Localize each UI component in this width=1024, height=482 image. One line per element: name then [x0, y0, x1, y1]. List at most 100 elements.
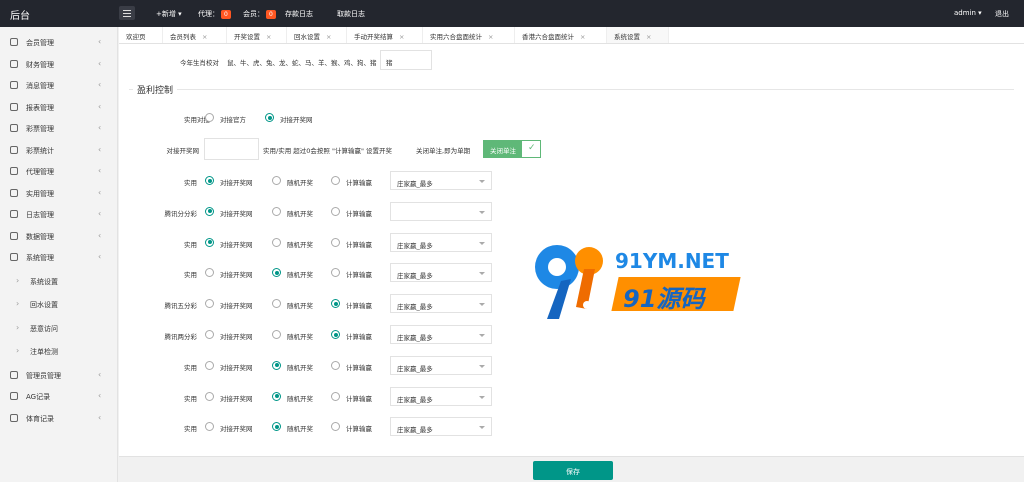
save-button[interactable]: 保存 — [533, 461, 613, 480]
sidebar-item-label: 数据管理 — [26, 232, 54, 241]
top-bar: 后台 +新增 ▾ 代理： 0 会员： 0 存款日志 取款日志 admin ▾ 退出 — [0, 0, 1024, 27]
result-select[interactable]: 庄家赢_最多 — [390, 325, 492, 344]
member-counter[interactable]: 会员： 0 — [243, 9, 276, 19]
radio-option[interactable] — [331, 206, 340, 216]
radio-option[interactable] — [205, 176, 214, 185]
connect-drawsite-label: 对接开奖网 — [280, 116, 313, 124]
row-label: 腾讯两分彩 — [164, 333, 198, 341]
radio-option[interactable] — [331, 237, 340, 247]
sidebar-item[interactable]: › 回水设置 — [0, 294, 118, 315]
close-icon[interactable]: × — [580, 33, 585, 41]
radio-option[interactable] — [331, 176, 340, 185]
sidebar-item[interactable]: ‹ AG记录 — [0, 386, 118, 407]
radio-option[interactable] — [272, 206, 281, 216]
agent-counter[interactable]: 代理： 0 — [198, 9, 231, 19]
close-icon[interactable]: × — [488, 33, 493, 41]
tab-item[interactable]: 欢迎页 — [119, 27, 163, 43]
radio-option[interactable] — [331, 360, 340, 370]
tab-item[interactable]: 会员列表 × — [163, 27, 227, 43]
tab-item[interactable]: 系统设置 × — [607, 27, 669, 43]
sidebar-item[interactable]: ‹ 代理管理 — [0, 161, 118, 182]
add-new-menu[interactable]: +新增 ▾ — [156, 9, 182, 19]
chevron-left-icon: ‹ — [98, 80, 102, 89]
radio-option[interactable] — [331, 268, 340, 278]
sidebar-item[interactable]: ‹ 管理员管理 — [0, 365, 118, 386]
radio-option[interactable] — [272, 330, 281, 339]
user-menu[interactable]: admin ▾ — [954, 9, 982, 17]
close-icon[interactable]: × — [326, 33, 331, 41]
sidebar-item[interactable]: ‹ 数据管理 — [0, 226, 118, 247]
deposit-log-link[interactable]: 存款日志 — [285, 9, 313, 19]
sidebar-item[interactable]: ‹ 系统管理 — [0, 247, 118, 268]
radio-option[interactable] — [331, 422, 340, 432]
sidebar-item[interactable]: › 恶意访问 — [0, 318, 118, 339]
sidebar-item[interactable]: ‹ 会员管理 — [0, 32, 118, 53]
tab-item[interactable]: 开奖设置 × — [227, 27, 287, 43]
radio-option[interactable] — [272, 268, 281, 278]
withdraw-log-link[interactable]: 取款日志 — [337, 9, 365, 19]
close-single-toggle[interactable]: 关闭单注 ✓ — [483, 140, 541, 158]
sidebar-item[interactable]: ‹ 实用管理 — [0, 183, 118, 204]
drawsite-input[interactable] — [204, 138, 259, 160]
radio-option-label: 随机开奖 — [287, 302, 313, 311]
ag-icon — [10, 392, 18, 400]
close-icon[interactable]: × — [266, 33, 271, 41]
sidebar-item[interactable]: ‹ 体育记录 — [0, 408, 118, 429]
result-select[interactable]: 庄家赢_最多 — [390, 417, 492, 437]
menu-toggle-button[interactable] — [119, 6, 135, 20]
result-select[interactable]: 庄家赢_最多 — [390, 171, 492, 190]
connect-label: 实用对接 — [184, 116, 210, 124]
radio-option[interactable] — [205, 268, 214, 278]
logout-link[interactable]: 退出 — [995, 9, 1009, 19]
radio-connect-drawsite[interactable] — [265, 113, 274, 122]
sidebar-item[interactable]: ‹ 报表管理 — [0, 97, 118, 118]
radio-option[interactable] — [205, 206, 214, 216]
chevron-left-icon: ‹ — [98, 369, 102, 379]
radio-option[interactable] — [205, 237, 214, 247]
close-icon[interactable]: × — [202, 33, 207, 41]
sidebar-item[interactable]: ‹ 彩票统计 — [0, 140, 118, 161]
radio-option[interactable] — [331, 391, 340, 401]
radio-option[interactable] — [205, 330, 214, 339]
sidebar-item[interactable]: › 系统设置 — [0, 271, 118, 292]
close-icon[interactable]: × — [646, 33, 651, 41]
radio-option-label: 随机开奖 — [287, 271, 313, 280]
radio-option[interactable] — [331, 299, 340, 309]
radio-option[interactable] — [272, 391, 281, 401]
radio-option[interactable] — [205, 360, 214, 370]
radio-option[interactable] — [205, 299, 214, 309]
close-icon[interactable]: × — [399, 33, 404, 41]
sidebar-item[interactable]: ‹ 财务管理 — [0, 54, 118, 75]
sidebar-item[interactable]: ‹ 彩票管理 — [0, 118, 118, 139]
sidebar-item-label: 实用管理 — [26, 189, 54, 198]
result-select[interactable]: 庄家赢_最多 — [390, 386, 492, 406]
tab-label: 手动开奖结算 — [354, 33, 393, 41]
radio-option[interactable] — [331, 330, 340, 339]
zodiac-list: 鼠、牛、虎、兔、龙、蛇、马、羊、猴、鸡、狗、猪 — [227, 59, 377, 67]
result-select[interactable]: 庄家赢_最多 — [390, 355, 492, 375]
sidebar-item[interactable]: › 注单检测 — [0, 341, 118, 362]
chevron-left-icon: ‹ — [98, 252, 102, 261]
sidebar-item-label: 彩票管理 — [26, 125, 54, 133]
tab-item[interactable]: 香港六合盘面统计 × — [515, 27, 607, 43]
radio-option[interactable] — [272, 237, 281, 247]
result-select[interactable]: 庄家赢_最多 — [390, 232, 492, 252]
tab-item[interactable]: 手动开奖结算 × — [347, 27, 423, 43]
radio-option[interactable] — [205, 422, 214, 432]
radio-option-label: 对接开奖网 — [220, 394, 253, 403]
radio-option[interactable] — [272, 176, 281, 185]
radio-option[interactable] — [272, 360, 281, 370]
sidebar-item[interactable]: ‹ 消息管理 — [0, 75, 118, 96]
result-select[interactable]: 庄家赢_最多 — [390, 294, 492, 314]
chevron-left-icon: ‹ — [98, 58, 102, 68]
sidebar-item[interactable]: ‹ 日志管理 — [0, 204, 118, 225]
radio-option[interactable] — [272, 422, 281, 432]
zodiac-input[interactable]: 猪 — [380, 50, 432, 70]
tab-item[interactable]: 回水设置 × — [287, 27, 347, 43]
radio-option[interactable] — [272, 299, 281, 309]
result-select[interactable]: 庄家赢_最多 — [390, 263, 492, 283]
result-select[interactable] — [390, 201, 492, 221]
radio-option[interactable] — [205, 391, 214, 401]
radio-connect-official[interactable] — [205, 113, 214, 122]
tab-item[interactable]: 实用六合盘面统计 × — [423, 27, 515, 43]
